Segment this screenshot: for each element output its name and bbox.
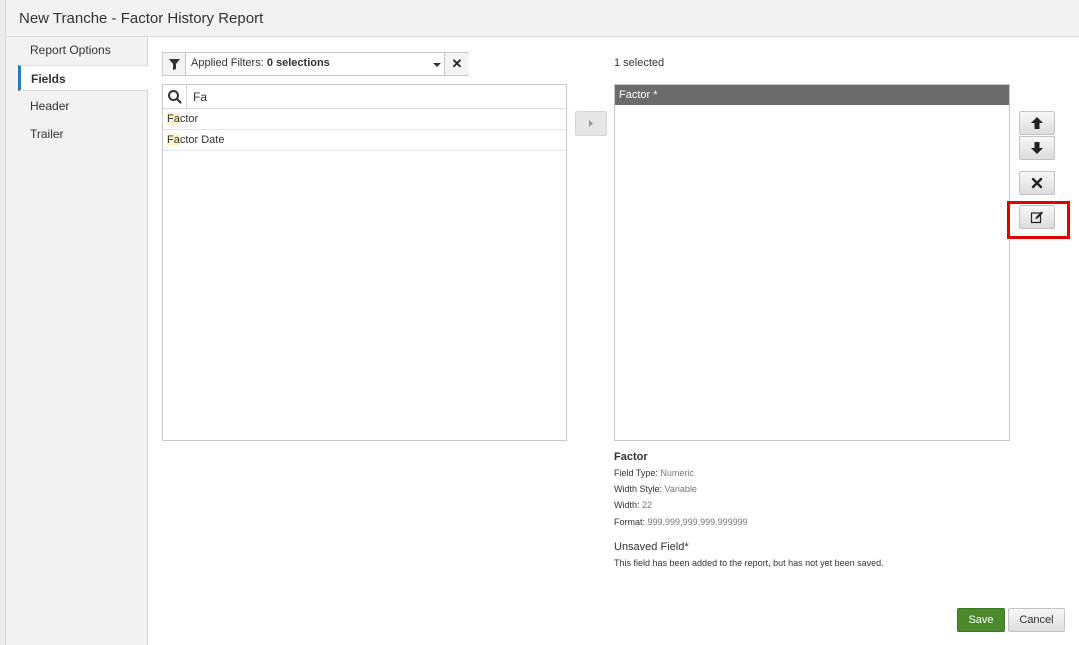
available-fields-list: Factor Factor Date [162,84,567,441]
unsaved-message: This field has been added to the report,… [614,558,884,568]
arrow-down-icon [1031,142,1043,154]
width-value: 22 [642,500,653,510]
sidebar-item-fields[interactable]: Fields [18,65,148,91]
width-style-value: Variable [664,484,697,494]
chevron-right-icon [589,120,593,127]
field-type-row: Field Type: Numeric [614,468,694,478]
remove-field-button[interactable] [1019,171,1055,195]
annotation-highlight [1007,201,1070,239]
arrow-up-icon [1031,117,1043,129]
remove-icon [1031,177,1043,189]
sidebar-item-report-options[interactable]: Report Options [18,37,148,63]
applied-filters-dropdown[interactable]: Applied Filters: 0 selections ✕ [162,52,469,76]
width-style-label: Width Style: [614,484,663,494]
search-row [163,85,566,109]
width-label: Width: [614,500,640,510]
match-highlight: Fa [167,113,180,125]
cancel-button[interactable]: Cancel [1008,608,1065,632]
search-icon [163,85,187,108]
selected-item-factor[interactable]: Factor * [615,85,1009,105]
field-type-label: Field Type: [614,468,658,478]
format-label: Format: [614,517,646,527]
filter-label: Applied Filters: [191,57,264,69]
list-item-label: ctor [179,113,199,125]
filter-icon [163,53,186,75]
save-button[interactable]: Save [957,608,1005,632]
list-item-label: ctor Date [179,134,225,146]
width-style-row: Width Style: Variable [614,484,697,494]
format-row: Format: 999,999,999,999.999999 [614,517,748,527]
field-type-value: Numeric [660,468,694,478]
list-item[interactable]: Factor Date [163,130,566,151]
window-title: New Tranche - Factor History Report [19,10,264,27]
title-bar: New Tranche - Factor History Report [6,0,1079,37]
match-highlight: Fa [167,134,180,146]
add-field-button[interactable] [575,111,607,136]
search-input[interactable] [189,87,559,106]
caret-down-icon[interactable] [433,63,441,67]
clear-filters-button[interactable]: ✕ [444,53,469,75]
filter-summary: Applied Filters: 0 selections [191,57,330,69]
width-row: Width: 22 [614,500,652,510]
sidebar: Report Options Fields Header Trailer [6,37,148,645]
selected-fields-list: Factor * [614,84,1010,441]
move-up-button[interactable] [1019,111,1055,135]
close-icon: ✕ [451,56,463,71]
list-item[interactable]: Factor [163,109,566,130]
unsaved-title: Unsaved Field* [614,541,689,553]
sidebar-item-trailer[interactable]: Trailer [18,121,148,147]
filter-value: 0 selections [266,57,330,69]
field-name: Factor [614,451,648,463]
sidebar-item-header[interactable]: Header [18,93,148,119]
selected-count: 1 selected [614,57,665,69]
format-value: 999,999,999,999.999999 [647,517,748,527]
move-down-button[interactable] [1019,136,1055,160]
